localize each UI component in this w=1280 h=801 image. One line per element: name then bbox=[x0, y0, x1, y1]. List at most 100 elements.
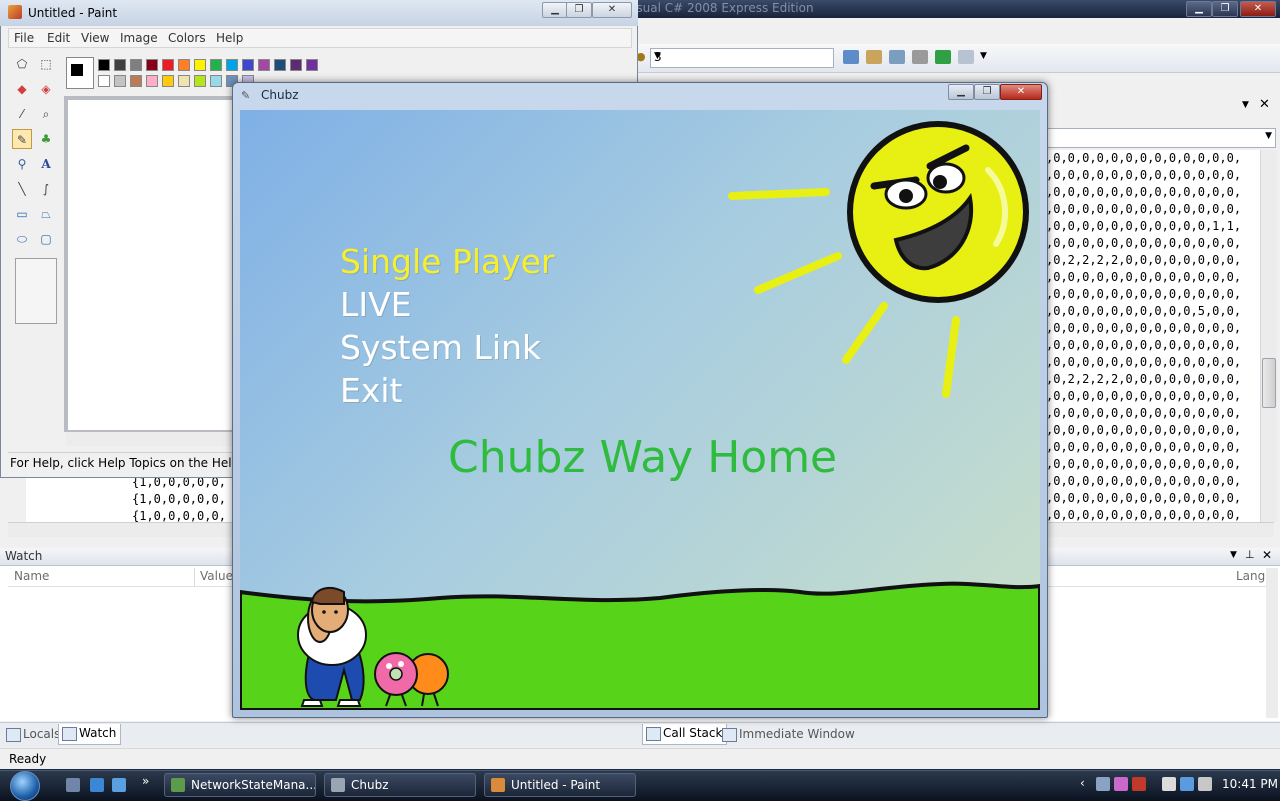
menu-live[interactable]: LIVE bbox=[340, 285, 412, 324]
chevron-down-icon[interactable]: ▼ bbox=[1242, 100, 1249, 110]
color-picker-icon[interactable]: ⁄ bbox=[12, 104, 32, 124]
rounded-rect-icon[interactable]: ▢ bbox=[36, 229, 56, 249]
tray-network-icon[interactable] bbox=[1096, 777, 1110, 791]
palette-swatch[interactable] bbox=[146, 59, 158, 71]
paint-maximize-button[interactable]: ❐ bbox=[566, 2, 592, 18]
palette-swatch[interactable] bbox=[114, 75, 126, 87]
palette-swatch[interactable] bbox=[306, 59, 318, 71]
properties-icon[interactable] bbox=[866, 50, 882, 64]
menu-edit[interactable]: Edit bbox=[47, 31, 70, 45]
watch-col-lang[interactable]: Lang bbox=[1236, 569, 1265, 583]
magnifier-icon[interactable]: ⌕ bbox=[36, 104, 56, 124]
start-icon[interactable] bbox=[935, 50, 951, 64]
paint-close-button[interactable]: ✕ bbox=[592, 2, 632, 18]
quicklaunch-overflow-icon[interactable]: » bbox=[142, 774, 149, 788]
current-colors[interactable] bbox=[66, 57, 94, 89]
menu-image[interactable]: Image bbox=[120, 31, 158, 45]
palette-swatch[interactable] bbox=[226, 59, 238, 71]
vs-maximize-button[interactable]: ❐ bbox=[1212, 1, 1238, 17]
brush-icon[interactable]: ♣ bbox=[36, 129, 56, 149]
text-icon[interactable]: A bbox=[36, 154, 56, 174]
tray-clipboard-icon[interactable] bbox=[1162, 777, 1176, 791]
fill-icon[interactable]: ◈ bbox=[36, 79, 56, 99]
curve-icon[interactable]: ∫ bbox=[36, 179, 56, 199]
close-icon[interactable]: ✕ bbox=[1259, 97, 1270, 112]
palette-swatch[interactable] bbox=[98, 75, 110, 87]
chubz-minimize-button[interactable]: ▁ bbox=[948, 84, 974, 100]
watch-col-value[interactable]: Value bbox=[200, 569, 233, 583]
paint-minimize-button[interactable]: ▁ bbox=[542, 2, 568, 18]
palette-swatch[interactable] bbox=[98, 59, 110, 71]
tray-expand-icon[interactable]: ‹ bbox=[1080, 776, 1085, 790]
ellipse-icon[interactable]: ⬭ bbox=[12, 229, 32, 249]
menu-view[interactable]: View bbox=[81, 31, 109, 45]
palette-swatch[interactable] bbox=[178, 75, 190, 87]
rect-select-icon[interactable]: ⬚ bbox=[36, 54, 56, 74]
menu-help[interactable]: Help bbox=[216, 31, 243, 45]
toolbar-overflow-icon[interactable]: ▼ bbox=[980, 51, 987, 61]
chubz-maximize-button[interactable]: ❐ bbox=[974, 84, 1000, 100]
palette-swatch[interactable] bbox=[210, 75, 222, 87]
palette-swatch[interactable] bbox=[178, 59, 190, 71]
palette-swatch[interactable] bbox=[130, 59, 142, 71]
menu-system-link[interactable]: System Link bbox=[340, 328, 541, 367]
palette-swatch[interactable] bbox=[210, 59, 222, 71]
task-paint[interactable]: Untitled - Paint bbox=[484, 773, 636, 797]
palette-swatch[interactable] bbox=[274, 59, 286, 71]
chevron-down-icon[interactable]: ▼ bbox=[1230, 550, 1237, 560]
tray-mail-icon[interactable] bbox=[1132, 777, 1146, 791]
start-button[interactable] bbox=[8, 770, 52, 801]
watch-col-name[interactable]: Name bbox=[14, 569, 49, 583]
menu-exit[interactable]: Exit bbox=[340, 371, 403, 410]
tab-watch[interactable]: Watch bbox=[58, 724, 122, 745]
palette-swatch[interactable] bbox=[162, 75, 174, 87]
menu-single-player[interactable]: Single Player bbox=[340, 242, 555, 281]
pin-icon[interactable]: ⊥ bbox=[1245, 548, 1255, 561]
palette-swatch[interactable] bbox=[194, 59, 206, 71]
chubz-close-button[interactable]: ✕ bbox=[1000, 84, 1042, 100]
foreground-color[interactable] bbox=[70, 63, 84, 77]
palette-swatch[interactable] bbox=[146, 75, 158, 87]
editor-scroll-thumb[interactable] bbox=[1262, 358, 1276, 408]
tool-options[interactable] bbox=[15, 258, 57, 324]
palette-swatch[interactable] bbox=[130, 75, 142, 87]
tray-monitor-icon[interactable] bbox=[1180, 777, 1194, 791]
task-networkstate[interactable]: NetworkStateMana... bbox=[164, 773, 316, 797]
window-layout-icon[interactable] bbox=[958, 50, 974, 64]
tools-icon[interactable] bbox=[912, 50, 928, 64]
palette-swatch[interactable] bbox=[290, 59, 302, 71]
pencil-icon[interactable]: ✎ bbox=[12, 129, 32, 149]
show-desktop-icon[interactable] bbox=[90, 778, 104, 792]
member-dropdown[interactable]: ▼ bbox=[1046, 128, 1276, 148]
polygon-icon[interactable]: ⏢ bbox=[36, 204, 56, 224]
free-select-icon[interactable]: ⬠ bbox=[12, 54, 32, 74]
code-editor[interactable]: ,0,0,0,0,0,0,0,0,0,0,0,0,0, ,0,0,0,0,0,0,… bbox=[1046, 150, 1260, 522]
vs-toolbar-combo[interactable]: 3 ▼ bbox=[650, 48, 834, 68]
editor-vertical-scrollbar[interactable] bbox=[1260, 150, 1277, 522]
rectangle-icon[interactable]: ▭ bbox=[12, 204, 32, 224]
code-editor-left[interactable]: {1,0,0,0,0,0, {1,0,0,0,0,0, {1,0,0,0,0,0, bbox=[26, 474, 236, 523]
menu-colors[interactable]: Colors bbox=[168, 31, 206, 45]
close-icon[interactable]: ✕ bbox=[1262, 548, 1272, 562]
vs-close-button[interactable]: ✕ bbox=[1240, 1, 1276, 17]
menu-file[interactable]: File bbox=[14, 31, 34, 45]
volume-icon[interactable] bbox=[1198, 777, 1212, 791]
palette-swatch[interactable] bbox=[194, 75, 206, 87]
palette-swatch[interactable] bbox=[114, 59, 126, 71]
tab-immediate-window[interactable]: Immediate Window bbox=[718, 724, 860, 746]
task-chubz[interactable]: Chubz bbox=[324, 773, 476, 797]
airbrush-icon[interactable]: ⚲ bbox=[12, 154, 32, 174]
quicklaunch-tools-icon[interactable] bbox=[66, 778, 80, 792]
switch-windows-icon[interactable] bbox=[112, 778, 126, 792]
palette-swatch[interactable] bbox=[258, 59, 270, 71]
line-icon[interactable]: ╲ bbox=[12, 179, 32, 199]
tab-call-stack[interactable]: Call Stack bbox=[642, 724, 728, 745]
paint-horizontal-scrollbar[interactable] bbox=[66, 432, 236, 446]
find-icon[interactable] bbox=[843, 50, 859, 64]
palette-swatch[interactable] bbox=[162, 59, 174, 71]
tab-locals[interactable]: Locals bbox=[2, 724, 65, 746]
watch-scrollbar[interactable] bbox=[1266, 568, 1278, 718]
paint-canvas[interactable] bbox=[68, 100, 236, 430]
vs-minimize-button[interactable]: ▁ bbox=[1186, 1, 1212, 17]
palette-swatch[interactable] bbox=[242, 59, 254, 71]
